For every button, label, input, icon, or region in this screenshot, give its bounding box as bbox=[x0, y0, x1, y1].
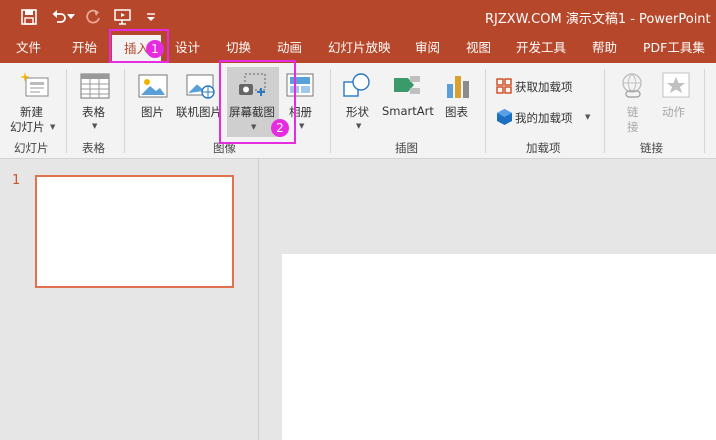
chart-icon bbox=[444, 72, 472, 103]
my-addins-icon bbox=[497, 109, 512, 128]
chart-button[interactable]: 图表 bbox=[441, 70, 475, 130]
shapes-label: 形状 bbox=[346, 105, 369, 119]
online-picture-icon bbox=[186, 72, 216, 103]
tab-pdf-tools[interactable]: PDF工具集 bbox=[643, 33, 705, 63]
tab-review[interactable]: 审阅 bbox=[415, 33, 440, 63]
picture-icon bbox=[138, 72, 168, 103]
store-icon bbox=[496, 78, 512, 97]
picture-label: 图片 bbox=[141, 105, 164, 119]
start-from-beginning-icon[interactable] bbox=[114, 8, 132, 26]
table-dropdown-icon: ▼ bbox=[92, 122, 98, 130]
new-slide-label-line2: 幻灯片 bbox=[10, 120, 45, 134]
title-bar: RJZXW.COM 演示文稿1 - PowerPoint bbox=[0, 0, 716, 33]
action-star-icon bbox=[662, 72, 690, 103]
action-label: 动作 bbox=[662, 105, 685, 119]
group-label-tables: 表格 bbox=[82, 141, 105, 155]
group-separator bbox=[66, 69, 67, 153]
get-addins-label: 获取加载项 bbox=[515, 80, 573, 94]
shapes-icon bbox=[343, 72, 373, 103]
new-slide-button[interactable]: 新建 幻灯片 ▼ bbox=[8, 70, 60, 138]
smartart-label: SmartArt bbox=[382, 104, 434, 118]
action-button[interactable]: 动作 bbox=[658, 70, 694, 130]
smartart-button[interactable]: SmartArt bbox=[380, 70, 436, 130]
save-icon[interactable] bbox=[20, 8, 38, 26]
smartart-icon bbox=[392, 72, 422, 103]
tab-animations[interactable]: 动画 bbox=[277, 33, 302, 63]
redo-icon[interactable] bbox=[85, 8, 103, 26]
table-icon bbox=[80, 72, 110, 103]
group-label-links: 链接 bbox=[640, 141, 663, 155]
my-addins-button[interactable]: 我的加载项 ▼ bbox=[494, 108, 596, 128]
tab-help[interactable]: 帮助 bbox=[592, 33, 617, 63]
group-label-illustrations: 插图 bbox=[395, 141, 418, 155]
link-label-line1: 链 bbox=[627, 105, 639, 119]
tab-view[interactable]: 视图 bbox=[466, 33, 491, 63]
shapes-button[interactable]: 形状 ▼ bbox=[340, 70, 376, 136]
my-addins-label: 我的加载项 bbox=[515, 111, 573, 125]
group-separator bbox=[604, 69, 605, 153]
link-label-line2: 接 bbox=[627, 120, 639, 134]
new-slide-icon bbox=[20, 72, 50, 103]
table-label: 表格 bbox=[82, 105, 105, 119]
link-button[interactable]: 链 接 bbox=[614, 70, 650, 136]
group-separator bbox=[485, 69, 486, 153]
tab-file[interactable]: 文件 bbox=[16, 33, 41, 63]
group-label-slides: 幻灯片 bbox=[14, 141, 49, 155]
tab-developer[interactable]: 开发工具 bbox=[516, 33, 566, 63]
window-title: RJZXW.COM 演示文稿1 - PowerPoint bbox=[485, 12, 711, 27]
new-slide-label-line1: 新建 bbox=[20, 105, 43, 119]
table-button[interactable]: 表格 ▼ bbox=[76, 70, 114, 138]
new-slide-dropdown-icon: ▼ bbox=[50, 123, 56, 131]
slide-number: 1 bbox=[12, 173, 21, 188]
tab-transitions[interactable]: 切换 bbox=[226, 33, 251, 63]
group-label-addins: 加载项 bbox=[526, 141, 561, 155]
slide-canvas[interactable] bbox=[282, 254, 716, 440]
tab-design[interactable]: 设计 bbox=[175, 33, 200, 63]
get-addins-button[interactable]: 获取加载项 bbox=[494, 77, 586, 97]
link-icon bbox=[618, 72, 648, 103]
group-separator bbox=[124, 69, 125, 153]
tab-slideshow[interactable]: 幻灯片放映 bbox=[328, 33, 391, 63]
online-picture-label: 联机图片 bbox=[176, 105, 222, 119]
photo-album-dropdown-icon: ▼ bbox=[299, 122, 305, 130]
my-addins-dropdown-icon: ▼ bbox=[585, 113, 591, 121]
customize-qat-icon[interactable] bbox=[142, 8, 160, 26]
group-separator bbox=[330, 69, 331, 153]
chart-label: 图表 bbox=[445, 105, 468, 119]
tab-home[interactable]: 开始 bbox=[72, 33, 97, 63]
picture-button[interactable]: 图片 bbox=[136, 70, 170, 130]
undo-dropdown-icon[interactable] bbox=[66, 8, 76, 26]
step-badge-2: 2 bbox=[271, 119, 289, 137]
step-badge-1: 1 bbox=[146, 40, 164, 58]
ribbon-tabs: 文件 开始 插入 设计 切换 动画 幻灯片放映 审阅 视图 开发工具 帮助 PD… bbox=[0, 33, 716, 63]
group-separator bbox=[704, 69, 705, 153]
shapes-dropdown-icon: ▼ bbox=[356, 122, 362, 130]
slide-thumbnail[interactable] bbox=[35, 175, 234, 288]
